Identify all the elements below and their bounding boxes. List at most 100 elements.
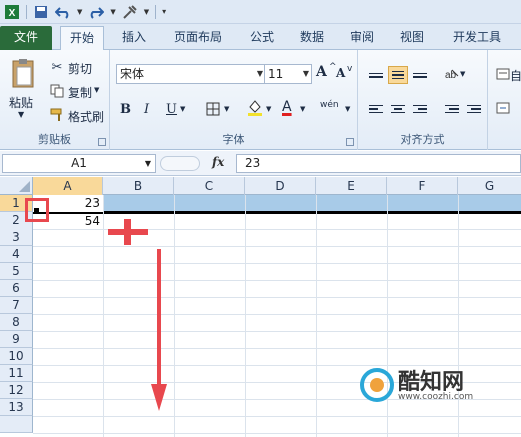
- formula-bar-slider[interactable]: [160, 156, 200, 171]
- italic-button[interactable]: I: [144, 102, 149, 117]
- cut-label[interactable]: 剪切: [68, 60, 92, 77]
- align-center-icon[interactable]: [388, 100, 408, 118]
- redo-icon[interactable]: [88, 4, 105, 20]
- tools-dropdown-icon[interactable]: ▼: [144, 8, 149, 16]
- tab-developer[interactable]: 开发工具: [442, 26, 512, 50]
- tab-view[interactable]: 视图: [392, 26, 432, 50]
- tools-icon[interactable]: [122, 4, 138, 20]
- fill-color-dropdown-icon[interactable]: ▼: [266, 105, 271, 113]
- gridline: [33, 433, 521, 434]
- wrap-text-label[interactable]: 自: [510, 67, 521, 84]
- row-header-4[interactable]: 4: [0, 246, 33, 263]
- font-size-combo[interactable]: 11 ▼: [264, 64, 312, 84]
- underline-button[interactable]: U: [166, 102, 177, 117]
- font-color-button[interactable]: A: [282, 99, 292, 115]
- font-size-dropdown-icon[interactable]: ▼: [303, 65, 309, 83]
- format-painter-icon[interactable]: [48, 106, 66, 124]
- phonetic-dropdown-icon[interactable]: ▼: [345, 105, 350, 113]
- tab-review[interactable]: 审阅: [342, 26, 382, 50]
- font-size-value: 11: [268, 67, 284, 81]
- paste-dropdown-icon[interactable]: ▼: [18, 110, 24, 119]
- underline-dropdown-icon[interactable]: ▼: [180, 105, 185, 113]
- phonetic-button[interactable]: wén: [320, 100, 339, 110]
- redo-dropdown-icon[interactable]: ▼: [110, 8, 115, 16]
- gridline: [33, 416, 521, 417]
- formula-input[interactable]: 23: [236, 154, 521, 173]
- orientation-icon[interactable]: ab: [442, 65, 460, 83]
- row-header-10[interactable]: 10: [0, 348, 33, 365]
- watermark-url: www.coozhi.com: [398, 392, 474, 402]
- ribbon-tabs: 文件 开始 插入 页面布局 公式 数据 审阅 视图 开发工具: [0, 24, 521, 51]
- decrease-indent-icon[interactable]: [442, 100, 462, 118]
- borders-dropdown-icon[interactable]: ▼: [224, 105, 229, 113]
- tab-insert[interactable]: 插入: [112, 26, 156, 50]
- tab-formulas[interactable]: 公式: [242, 26, 282, 50]
- row-header-12[interactable]: 12: [0, 382, 33, 399]
- column-header-d[interactable]: D: [245, 177, 316, 195]
- gridline: [316, 195, 317, 437]
- gridline: [33, 280, 521, 281]
- font-name-combo[interactable]: 宋体 ▼: [116, 64, 266, 84]
- row-header-7[interactable]: 7: [0, 297, 33, 314]
- excel-logo-icon[interactable]: X: [4, 4, 20, 20]
- undo-dropdown-icon[interactable]: ▼: [77, 8, 82, 16]
- row-header-6[interactable]: 6: [0, 280, 33, 297]
- font-name-dropdown-icon[interactable]: ▼: [257, 65, 263, 83]
- font-color-dropdown-icon[interactable]: ▼: [300, 105, 305, 113]
- undo-icon[interactable]: [55, 4, 71, 20]
- alignment-group: ab ▼ 对齐方式: [358, 50, 488, 150]
- qat-separator: [155, 4, 157, 19]
- name-box[interactable]: A1 ▼: [2, 154, 156, 173]
- increase-indent-icon[interactable]: [464, 100, 484, 118]
- row-header-5[interactable]: 5: [0, 263, 33, 280]
- row-header-8[interactable]: 8: [0, 314, 33, 331]
- customize-icon[interactable]: ▾: [162, 7, 166, 16]
- tab-page-layout[interactable]: 页面布局: [162, 26, 234, 50]
- align-top-icon[interactable]: [366, 66, 386, 84]
- font-group: 宋体 ▼ 11 ▼ A ^ A v B I U ▼ ▼ ▼ A ▼ wén ▼ …: [110, 50, 358, 150]
- row-header-9[interactable]: 9: [0, 331, 33, 348]
- row-header-11[interactable]: 11: [0, 365, 33, 382]
- clipboard-launcher-icon[interactable]: [98, 138, 106, 146]
- annotation-box: [25, 198, 49, 222]
- align-right-icon[interactable]: [410, 100, 430, 118]
- cut-icon[interactable]: ✂: [48, 58, 66, 76]
- copy-label[interactable]: 复制: [68, 84, 92, 101]
- align-middle-icon[interactable]: [388, 66, 408, 84]
- merge-center-icon[interactable]: [494, 99, 512, 117]
- column-header-e[interactable]: E: [316, 177, 387, 195]
- tab-file[interactable]: 文件: [0, 26, 52, 50]
- row-header-3[interactable]: 3: [0, 229, 33, 246]
- column-header-g[interactable]: G: [458, 177, 521, 195]
- tab-home[interactable]: 开始: [60, 26, 104, 51]
- borders-icon[interactable]: [204, 100, 222, 118]
- save-icon[interactable]: [33, 4, 49, 20]
- row-header-14[interactable]: [0, 416, 33, 433]
- column-header-c[interactable]: C: [174, 177, 245, 195]
- shrink-font-button[interactable]: A: [336, 66, 345, 80]
- paste-label[interactable]: 粘贴: [9, 94, 33, 111]
- tab-data[interactable]: 数据: [292, 26, 332, 50]
- select-all-corner[interactable]: [0, 177, 33, 195]
- grow-font-button[interactable]: A: [316, 64, 327, 80]
- row-1-bottom-border: [33, 211, 521, 214]
- insert-function-icon[interactable]: fx: [212, 155, 224, 169]
- ribbon: 粘贴 ▼ ✂ 剪切 复制 ▼ 格式刷 剪贴板 宋体 ▼ 11 ▼ A ^ A v…: [0, 50, 521, 150]
- name-box-dropdown-icon[interactable]: ▼: [145, 155, 151, 172]
- font-launcher-icon[interactable]: [346, 138, 354, 146]
- copy-dropdown-icon[interactable]: ▼: [94, 86, 99, 94]
- watermark: 酷知网 www.coozhi.com: [358, 362, 508, 408]
- paste-icon[interactable]: [8, 56, 38, 90]
- column-header-a[interactable]: A: [33, 177, 103, 195]
- format-painter-label[interactable]: 格式刷: [68, 108, 104, 125]
- align-left-icon[interactable]: [366, 100, 386, 118]
- row-header-13[interactable]: 13: [0, 399, 33, 416]
- copy-icon[interactable]: [48, 82, 66, 100]
- orientation-dropdown-icon[interactable]: ▼: [460, 70, 465, 78]
- bold-button[interactable]: B: [120, 102, 131, 117]
- shrink-font-arrow-icon: v: [347, 64, 353, 74]
- column-header-f[interactable]: F: [387, 177, 458, 195]
- align-bottom-icon[interactable]: [410, 66, 430, 84]
- column-header-b[interactable]: B: [103, 177, 174, 195]
- fill-color-icon[interactable]: [246, 98, 264, 116]
